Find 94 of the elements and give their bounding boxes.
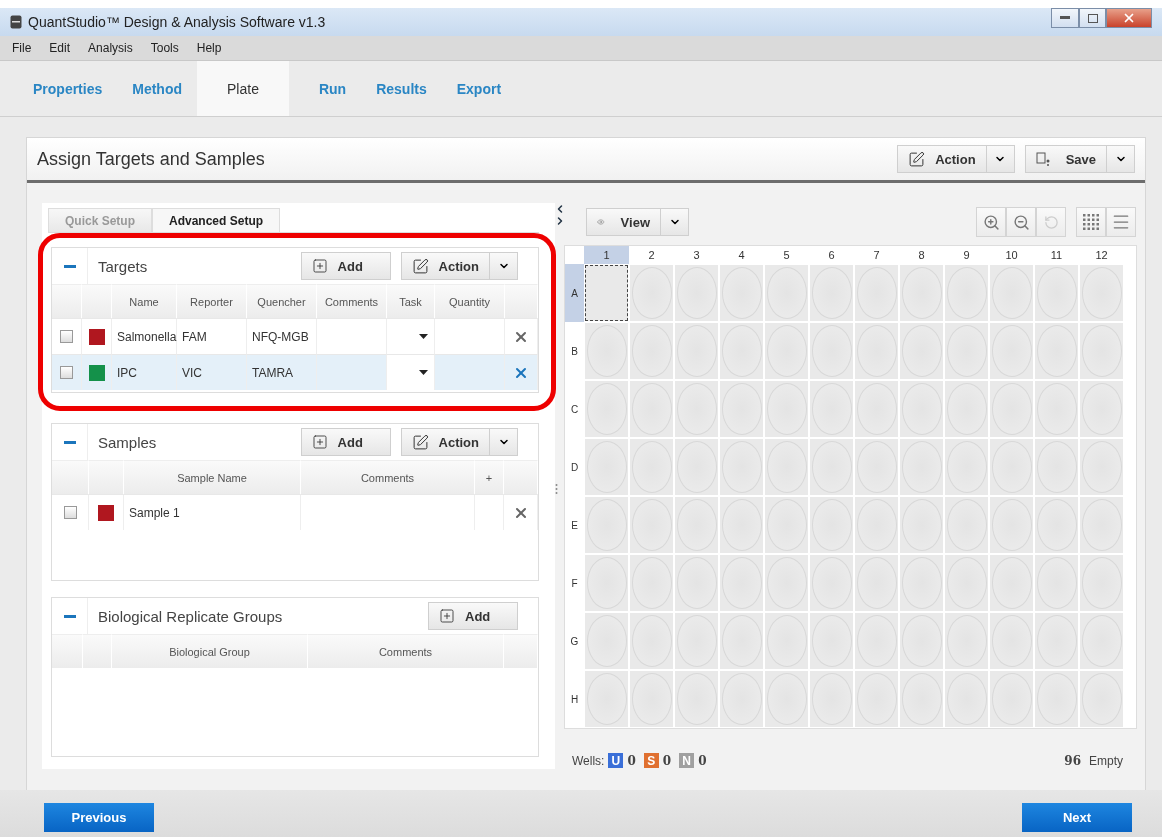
setup-tab[interactable]: Advanced Setup [152,208,281,232]
minimize-button[interactable] [1051,8,1079,28]
column-header[interactable]: Reporter [177,284,247,318]
list-view-button[interactable] [1106,207,1136,237]
caret-icon [419,370,428,375]
checkbox[interactable] [60,366,73,379]
well-count: 0 [627,753,636,768]
edit-icon [411,257,429,275]
previous-button[interactable]: Previous [44,803,154,832]
grid-icon [1082,213,1100,231]
table-cell: TAMRA [247,354,317,390]
dropdown-button[interactable] [986,145,1015,173]
app-icon [10,15,22,29]
zoom-out-button[interactable] [1006,207,1036,237]
plus-icon [311,434,328,450]
maximize-button[interactable] [1079,8,1106,28]
dropdown-button[interactable] [1107,145,1135,173]
table-cell [317,354,387,390]
well[interactable] [585,265,628,321]
dropdown-button[interactable] [661,208,689,236]
window-title: QuantStudio™ Design & Analysis Software v1.3 [28,14,327,30]
checkbox[interactable] [60,330,73,343]
add-button[interactable]: Add [300,252,391,280]
grid-view-button[interactable] [1076,207,1106,237]
empty-label: Empty [1089,753,1123,768]
close-button[interactable] [1106,8,1152,28]
task-badge: U [608,753,624,768]
column-header[interactable]: Sample Name [124,460,301,494]
save-button[interactable]: Save [1024,145,1107,173]
table-cell: Sample 1 [124,494,301,530]
column-header[interactable]: Quantity [435,284,505,318]
checkbox[interactable] [63,506,77,519]
view-button[interactable]: View [586,208,661,236]
task-badge: N [679,753,695,768]
plus-icon [439,608,455,624]
maximize-icon [1087,13,1098,23]
next-button[interactable]: Next [1022,803,1132,832]
table-cell: FAM [177,318,247,354]
panel-title: Samples [98,433,158,451]
add-button[interactable]: Add [428,602,518,630]
column-header[interactable]: Comments [301,460,475,494]
panel-title: Biological Replicate Groups [98,607,284,625]
minimize-icon [1060,16,1070,20]
menu-item[interactable]: Analysis [88,41,133,55]
column-header[interactable]: Biological Group [112,634,308,668]
color-swatch[interactable] [98,504,114,521]
plus-icon [311,258,328,274]
column-header[interactable]: Comments [308,634,504,668]
wells-label: Wells: [572,753,605,768]
action-button[interactable]: Action [897,145,987,173]
menu-item[interactable]: Tools [150,41,179,55]
dropdown-button[interactable] [490,252,518,280]
task-dropdown[interactable] [387,318,435,354]
column-header[interactable]: + [475,460,504,494]
table-cell [317,318,387,354]
column-header [52,634,83,668]
color-swatch[interactable] [88,364,105,381]
column-header [504,634,538,668]
column-header[interactable]: Name [112,284,177,318]
zoom-in-icon [982,213,1000,231]
close-icon [1122,11,1136,25]
column-label[interactable]: 1 [584,246,629,264]
caret-icon [419,334,428,339]
dropdown-button[interactable] [490,428,518,456]
panel-title: Targets [98,257,149,275]
empty-count: 96 [1064,753,1081,768]
column-header[interactable]: Quencher [247,284,317,318]
table-cell: IPC [112,354,177,390]
action-button[interactable]: Action [400,252,490,280]
well-count: 0 [662,753,672,768]
page-title: Assign Targets and Samples [37,148,266,170]
table-cell: VIC [177,354,247,390]
action-button[interactable]: Action [400,428,490,456]
add-button[interactable]: Add [300,428,391,456]
table-cell: Salmonella [112,318,177,354]
step-tab[interactable]: Plate [197,61,289,116]
menu-item[interactable]: Help [196,41,222,55]
table-cell: NFQ-MGB [247,318,317,354]
zoom-in-button[interactable] [976,207,1006,237]
row-label[interactable]: A [565,264,584,322]
menu-item[interactable]: Edit [49,41,71,55]
column-header[interactable]: Comments [317,284,387,318]
edit-icon [908,150,926,168]
reset-icon [1043,214,1059,230]
column-header[interactable]: Task [387,284,435,318]
edit-icon [411,433,429,451]
save-icon [1035,152,1050,166]
task-dropdown[interactable] [387,354,435,390]
task-badge: S [643,753,659,768]
zoom-out-icon [1012,213,1030,231]
splitter-handle[interactable] [555,483,558,495]
well-count: 0 [698,753,707,768]
menu-item[interactable]: File [12,41,32,55]
color-swatch[interactable] [88,328,105,345]
